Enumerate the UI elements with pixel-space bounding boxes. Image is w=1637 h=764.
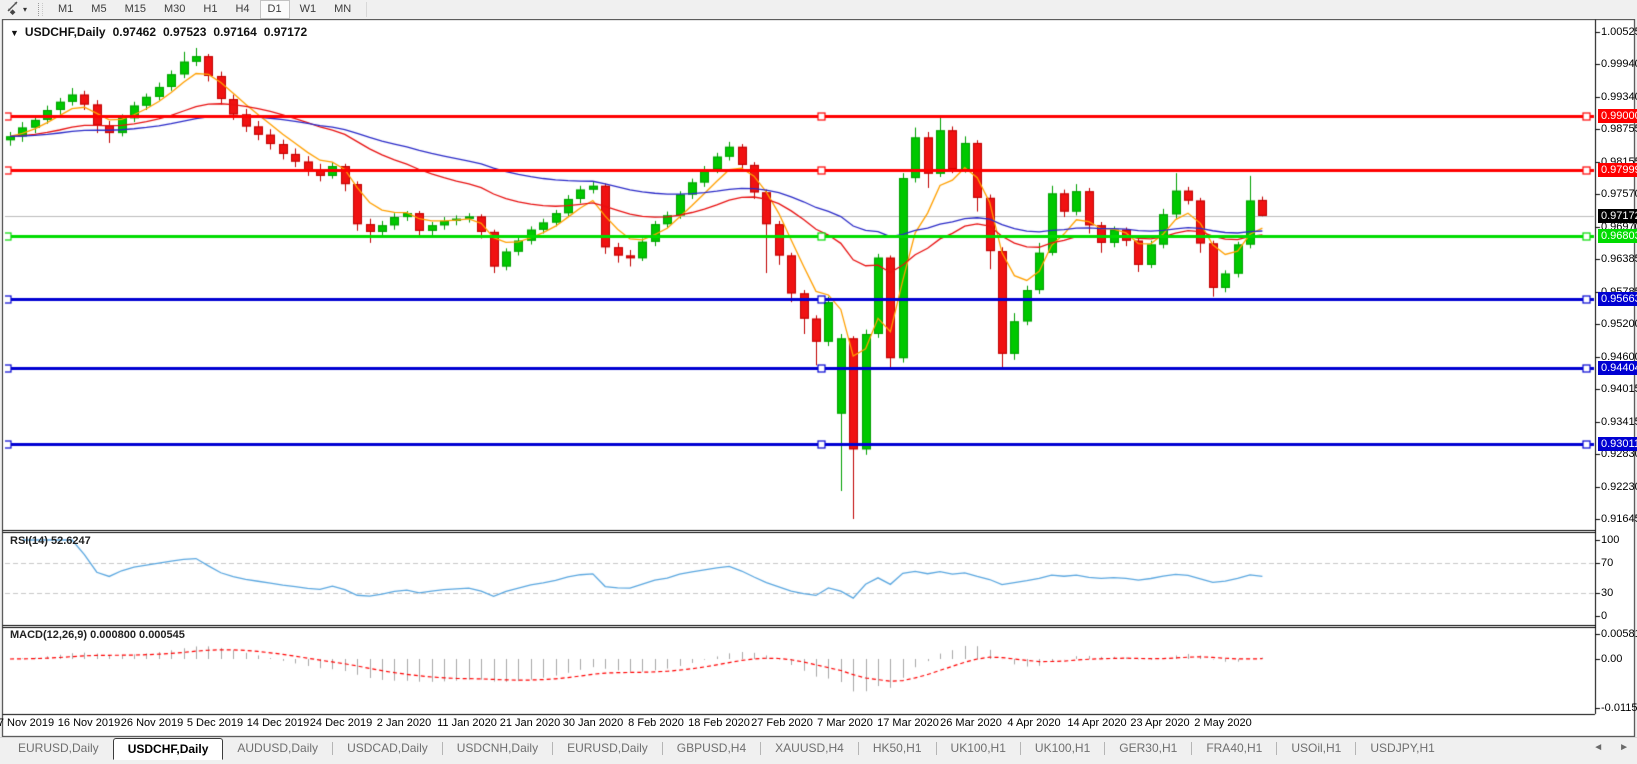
chart-tab-xauusd-h4-7[interactable]: XAUUSD,H4 <box>761 738 858 758</box>
chevron-left-icon[interactable]: ◄ <box>1593 742 1603 753</box>
chart-tab-usdcnh-daily-4[interactable]: USDCNH,Daily <box>443 738 552 758</box>
timeframe-button-mn[interactable]: MN <box>326 0 359 19</box>
chart-tab-eurusd-daily-5[interactable]: EURUSD,Daily <box>553 738 662 758</box>
chart-tab-eurusd-daily-0[interactable]: EURUSD,Daily <box>4 738 113 758</box>
tab-scroll-nav: ◄ ► <box>1593 742 1629 753</box>
chart-tab-usdjpy-h1-14[interactable]: USDJPY,H1 <box>1356 738 1448 758</box>
timeframe-button-m5[interactable]: M5 <box>83 0 114 19</box>
chart-tabs: EURUSD,Daily USDCHF,Daily AUDUSD,Daily USDC… <box>0 738 1449 760</box>
timeframe-button-m15[interactable]: M15 <box>117 0 154 19</box>
chart-tab-usdchf-daily-1[interactable]: USDCHF,Daily <box>112 738 224 760</box>
chart-tab-fra40-h1-12[interactable]: FRA40,H1 <box>1192 738 1276 758</box>
timeframe-button-h4[interactable]: H4 <box>227 0 257 19</box>
timeframe-button-m1[interactable]: M1 <box>50 0 81 19</box>
chart-tab-usdcad-daily-3[interactable]: USDCAD,Daily <box>333 738 442 758</box>
chart-canvas[interactable] <box>0 0 1637 763</box>
timeframe-button-group: M1 M5 M15 M30 H1 H4 D1 W1 MN <box>49 0 360 19</box>
chart-tab-usoil-h1-13[interactable]: USOil,H1 <box>1277 738 1355 758</box>
timeframe-button-w1[interactable]: W1 <box>292 0 325 19</box>
chevron-right-icon[interactable]: ► <box>1619 742 1629 753</box>
timeframe-button-h1[interactable]: H1 <box>195 0 225 19</box>
toolbar-gripper[interactable] <box>38 3 44 16</box>
chart-tab-audusd-daily-2[interactable]: AUDUSD,Daily <box>223 738 332 758</box>
chart-tab-gbpusd-h4-6[interactable]: GBPUSD,H4 <box>663 738 760 758</box>
timeframe-button-m30[interactable]: M30 <box>156 0 193 19</box>
chart-tab-ger30-h1-11[interactable]: GER30,H1 <box>1105 738 1191 758</box>
chart-tab-uk100-h1-10[interactable]: UK100,H1 <box>1021 738 1104 758</box>
chevron-down-icon: ▾ <box>23 5 28 14</box>
trendline-tool-icon <box>5 0 20 20</box>
toolbar-separator <box>366 2 368 17</box>
chart-tab-hk50-h1-8[interactable]: HK50,H1 <box>859 738 936 758</box>
top-toolbar: ▾ M1 M5 M15 M30 H1 H4 D1 W1 MN <box>0 0 1637 19</box>
crosshair-tool-button[interactable]: ▾ <box>2 1 30 18</box>
chart-tab-bar: EURUSD,Daily USDCHF,Daily AUDUSD,Daily USDC… <box>0 737 1637 764</box>
chart-tab-uk100-h1-9[interactable]: UK100,H1 <box>937 738 1020 758</box>
timeframe-button-d1[interactable]: D1 <box>259 0 290 19</box>
